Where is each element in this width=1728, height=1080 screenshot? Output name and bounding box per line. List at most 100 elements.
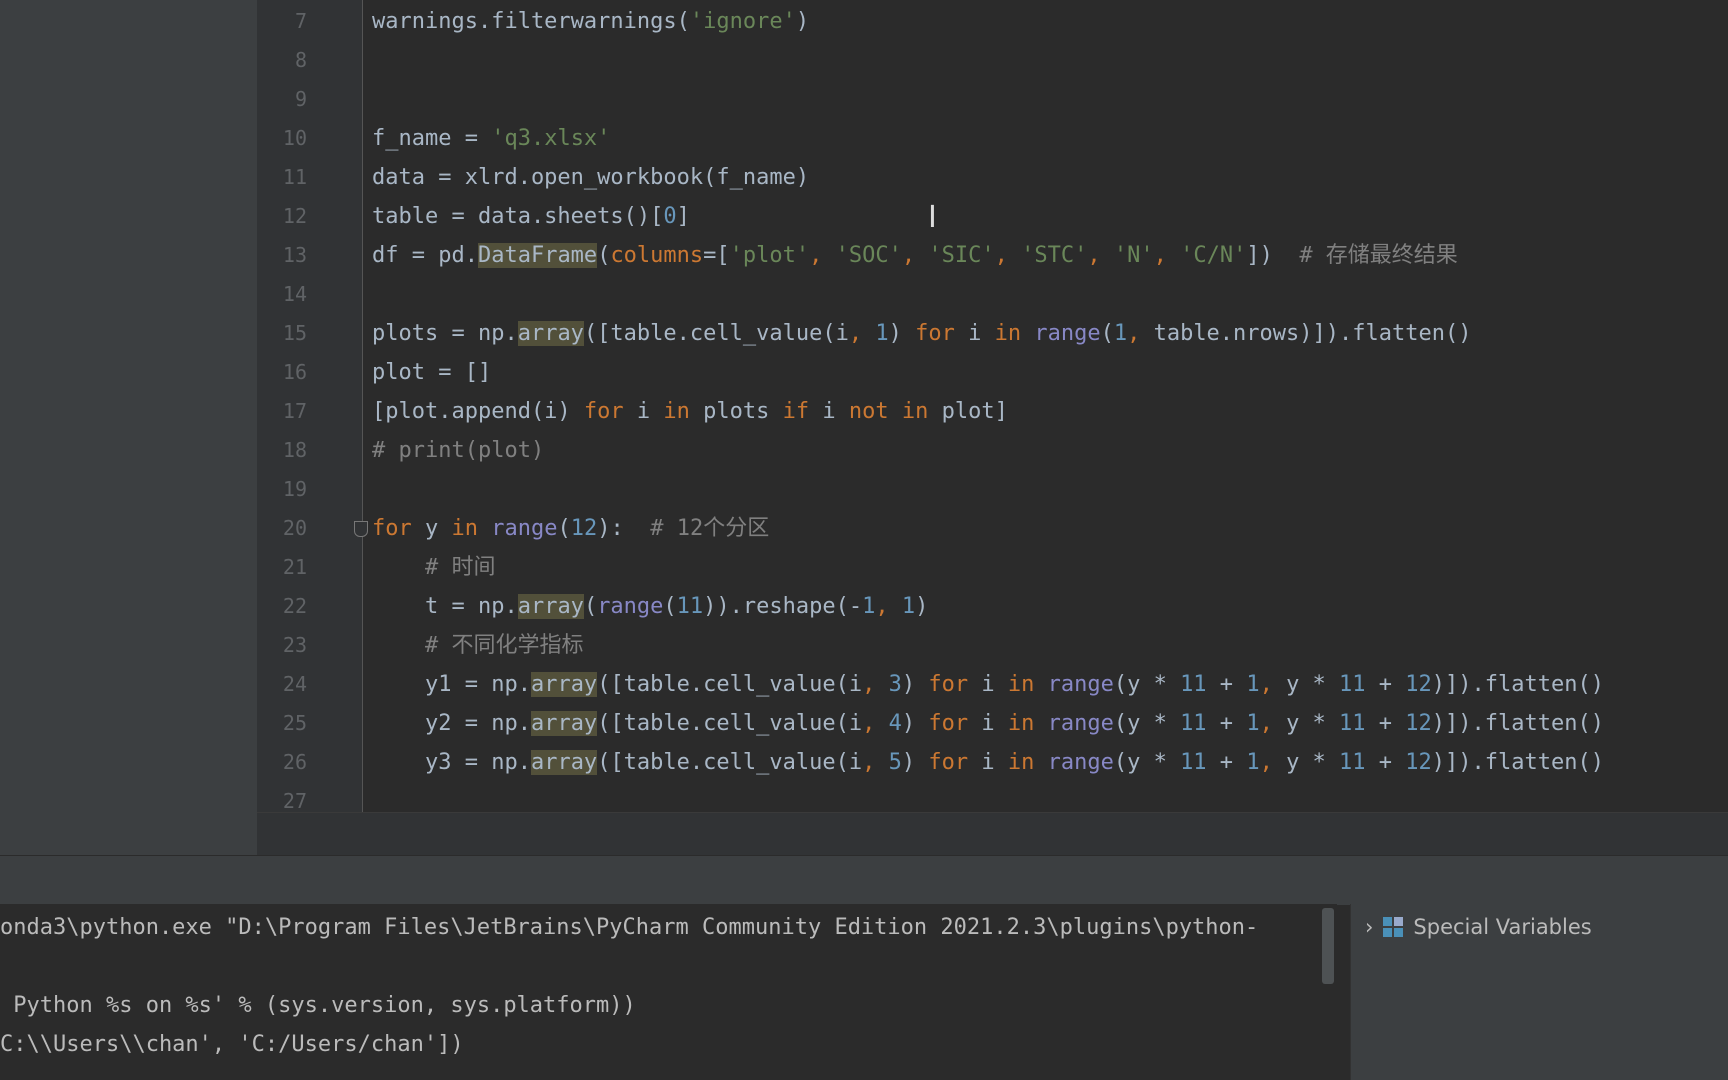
code-token: 11 — [676, 594, 704, 619]
code-token: ) — [795, 9, 810, 34]
code-line[interactable]: for y in range(12): # 12个分区 — [372, 509, 769, 548]
code-line[interactable]: [plot.append(i) for i in plots if i not … — [372, 392, 1008, 431]
code-token: table.nrows)]).flatten() — [1153, 321, 1472, 346]
code-token: range — [597, 594, 664, 619]
code-token: , — [848, 321, 876, 346]
code-token: , — [1087, 243, 1114, 268]
code-token: (y * — [1113, 750, 1181, 775]
code-token: for — [583, 399, 624, 424]
code-token: 'C/N' — [1180, 243, 1247, 268]
code-line[interactable]: table = data.sheets()[0] — [372, 197, 690, 236]
code-line[interactable]: warnings.filterwarnings('ignore') — [372, 2, 809, 41]
console-scrollbar[interactable] — [1322, 908, 1334, 984]
code-token: 11 — [1180, 672, 1207, 697]
code-token: i — [968, 672, 1008, 697]
line-number: 10 — [282, 126, 307, 150]
line-number: 24 — [282, 672, 307, 696]
code-token: 3 — [888, 672, 902, 697]
code-token: ([table.cell_value(i — [583, 321, 849, 346]
code-token: # 存储最终结果 — [1299, 243, 1458, 268]
code-token: ( — [1100, 321, 1114, 346]
code-line[interactable]: # 时间 — [372, 548, 496, 587]
code-token: i — [954, 321, 995, 346]
code-token: range — [1047, 750, 1114, 775]
code-token: for — [928, 672, 969, 697]
code-token: =[ — [703, 243, 730, 268]
fold-icon[interactable] — [354, 521, 368, 537]
code-line[interactable]: plot = [] — [372, 353, 491, 392]
code-token: i — [968, 711, 1008, 736]
code-token: for — [928, 711, 969, 736]
code-token: + — [1365, 711, 1406, 736]
code-token: 11 — [1339, 711, 1366, 736]
code-token: 'ignore' — [689, 9, 796, 34]
editor-bottom-area — [257, 812, 1728, 856]
line-number: 25 — [282, 711, 307, 735]
code-token: plot = [] — [372, 360, 492, 385]
code-line[interactable]: plots = np.array([table.cell_value(i, 1)… — [372, 314, 1471, 353]
code-line[interactable]: data = xlrd.open_workbook(f_name) — [372, 158, 809, 197]
code-token: array — [517, 594, 584, 619]
code-line[interactable]: # 不同化学指标 — [372, 626, 584, 665]
code-line[interactable]: y1 = np.array([table.cell_value(i, 3) fo… — [372, 665, 1604, 704]
code-token: , — [1259, 672, 1287, 697]
code-line[interactable]: y2 = np.array([table.cell_value(i, 4) fo… — [372, 704, 1604, 743]
code-token: 1 — [901, 594, 916, 619]
code-token: )]).flatten() — [1431, 750, 1604, 775]
line-number: 12 — [282, 204, 307, 228]
line-number: 8 — [294, 48, 307, 72]
line-number: 19 — [282, 477, 307, 501]
chevron-right-icon[interactable]: › — [1365, 915, 1373, 939]
code-token: # 时间 — [424, 555, 496, 580]
code-token: 'SIC' — [928, 243, 995, 268]
code-token: 11 — [1180, 711, 1207, 736]
code-token: range — [1034, 321, 1101, 346]
code-token: 11 — [1339, 672, 1366, 697]
code-token: y — [411, 516, 452, 541]
code-token: 12 — [1405, 750, 1432, 775]
code-token: 1 — [1246, 750, 1260, 775]
project-sidebar — [0, 0, 257, 855]
code-line[interactable]: t = np.array(range(11)).reshape(-1, 1) — [372, 587, 928, 626]
code-line[interactable]: f_name = 'q3.xlsx' — [372, 119, 610, 158]
code-token: plot] — [928, 399, 1008, 424]
line-number: 17 — [282, 399, 307, 423]
code-token: 12 — [1405, 672, 1432, 697]
console-line: onda3\python.exe "D:\Program Files\JetBr… — [0, 915, 1259, 940]
special-variables-item[interactable]: › Special Variables — [1365, 912, 1592, 942]
code-token: array — [530, 750, 598, 775]
code-token: 'SOC' — [835, 243, 902, 268]
code-token: in — [451, 516, 479, 541]
line-number: 13 — [282, 243, 307, 267]
code-token: ) — [901, 711, 929, 736]
code-token: , — [1127, 321, 1154, 346]
code-token: in — [1007, 711, 1035, 736]
code-line[interactable]: y3 = np.array([table.cell_value(i, 5) fo… — [372, 743, 1604, 782]
code-token: columns — [610, 243, 704, 268]
code-token: y1 = np. — [372, 672, 531, 697]
line-number: 9 — [294, 87, 307, 111]
code-token: , — [1153, 243, 1181, 268]
code-token: for — [915, 321, 955, 346]
console-line: Python %s on %s' % (sys.version, sys.pla… — [0, 993, 636, 1018]
line-number: 20 — [282, 516, 307, 540]
code-token: table = data.sheets()[ — [372, 204, 664, 229]
code-token: ( — [597, 243, 611, 268]
line-number: 22 — [282, 594, 307, 618]
code-line[interactable]: # print(plot) — [372, 431, 544, 470]
code-line[interactable]: df = pd.DataFrame(columns=['plot', 'SOC'… — [372, 236, 1458, 275]
code-token: 1 — [1246, 672, 1260, 697]
code-token: ): — [597, 516, 651, 541]
code-token: range — [1047, 672, 1114, 697]
line-number: 11 — [282, 165, 307, 189]
python-console[interactable]: onda3\python.exe "D:\Program Files\JetBr… — [0, 904, 1337, 1080]
code-token: ([table.cell_value(i — [597, 750, 863, 775]
code-token: not in — [848, 399, 929, 424]
code-token: array — [517, 321, 584, 346]
code-token: for — [372, 516, 412, 541]
code-token: 'N' — [1113, 243, 1154, 268]
code-token: in — [663, 399, 690, 424]
